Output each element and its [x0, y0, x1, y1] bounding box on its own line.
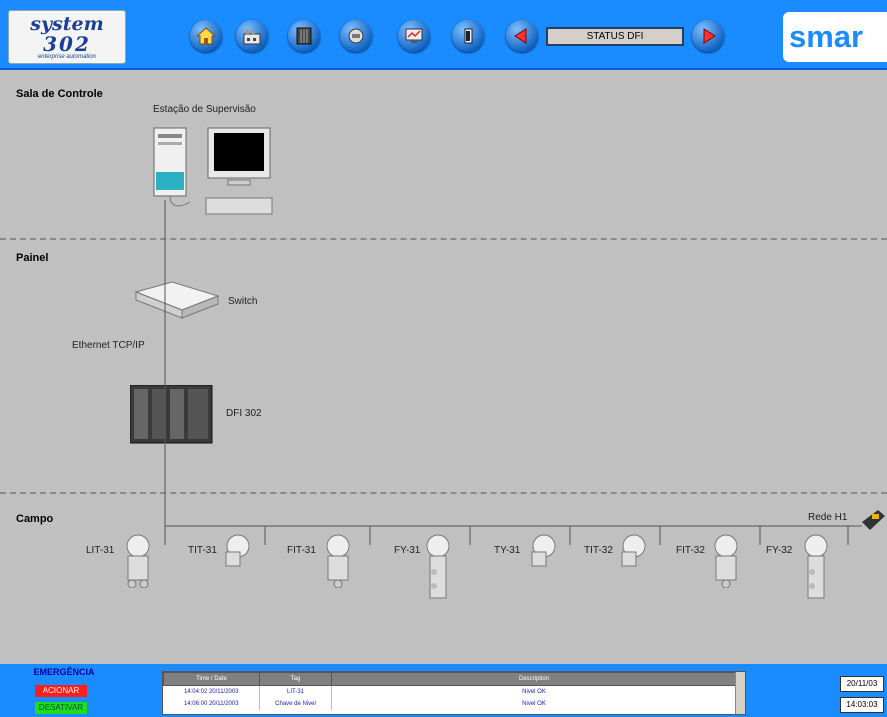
network-h1-label: Rede H1: [808, 512, 848, 523]
transmitter-fit31-icon[interactable]: [318, 532, 358, 588]
alarm-table-header: Time / Date Tag Description: [163, 672, 737, 686]
alarm-cell: 14:06:00 20/11/2003: [163, 698, 260, 710]
transmitter-tit32-icon[interactable]: [614, 532, 654, 572]
converter-ty31-icon[interactable]: [524, 532, 564, 572]
transmitter-tit31-icon[interactable]: [218, 532, 258, 572]
transmitter-lit31-icon[interactable]: [118, 532, 158, 588]
table-row[interactable]: 14:06:00 20/11/2003 Chave de Nivel Nivel…: [163, 698, 737, 710]
emergency-title: EMERGÊNCIA: [33, 667, 95, 677]
emergency-activate-button[interactable]: ACIONAR: [35, 685, 87, 697]
alarm-cell: LIT-31: [259, 685, 332, 698]
positioner-fy32-icon[interactable]: [796, 532, 836, 604]
field-device-tag: FY-31: [394, 545, 421, 556]
alarm-cell: Nivel OK: [331, 698, 737, 710]
table-row[interactable]: 14:04:02 20/11/2003 LIT-31 Nivel OK: [163, 685, 737, 698]
field-device-tag: TIT-32: [584, 545, 613, 556]
alarm-col-time[interactable]: Time / Date: [163, 672, 260, 686]
field-device-tag: LIT-31: [86, 545, 115, 556]
date-display: 20/11/03: [840, 676, 884, 692]
emergency-deactivate-button[interactable]: DESATIVAR: [35, 702, 87, 714]
field-device-tag: FIT-31: [287, 545, 316, 556]
alarm-col-tag[interactable]: Tag: [259, 672, 332, 686]
alarm-scrollbar[interactable]: [735, 672, 745, 714]
transmitter-fit32-icon[interactable]: [706, 532, 746, 588]
alarm-cell: Chave de Nivel: [259, 698, 332, 710]
time-display: 14:03:03: [840, 697, 884, 713]
alarm-col-description[interactable]: Description: [331, 672, 737, 686]
positioner-fy31-icon[interactable]: [418, 532, 458, 604]
h1-terminator-icon: [862, 510, 885, 530]
alarm-cell: 14:04:02 20/11/2003: [163, 685, 260, 698]
field-device-tag: FY-32: [766, 545, 793, 556]
field-device-tag: FIT-32: [676, 545, 705, 556]
field-device-tag: TIT-31: [188, 545, 217, 556]
field-device-tag: TY-31: [494, 545, 521, 556]
alarm-table[interactable]: Time / Date Tag Description 14:04:02 20/…: [162, 671, 746, 715]
alarm-cell: Nivel OK: [331, 685, 737, 698]
